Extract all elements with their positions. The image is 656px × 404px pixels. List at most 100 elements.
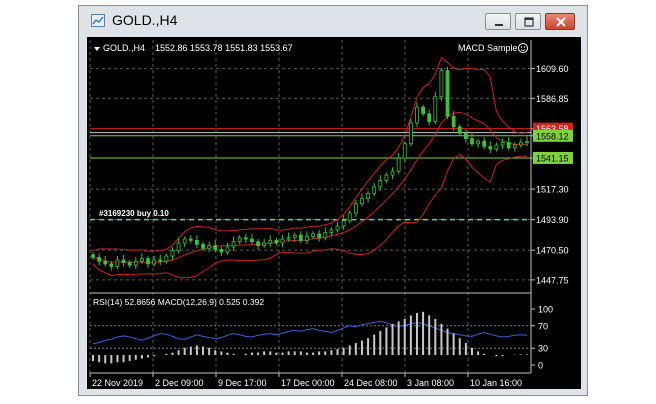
candle-body [494, 144, 499, 150]
price-tick-label: 1470.50 [536, 246, 569, 256]
candle-body [115, 259, 120, 267]
candle-body [311, 233, 315, 237]
candle-body [250, 238, 254, 243]
candle-body [121, 259, 126, 263]
minimize-icon [495, 24, 503, 26]
indicator-label: RSI(14) 52.8656 MACD(12,26,9) 0.525 0.39… [93, 297, 264, 307]
candle-body [146, 258, 150, 265]
candle-body [158, 259, 163, 262]
candle-body [372, 186, 377, 194]
candle-body [488, 145, 493, 150]
candle-body [188, 238, 193, 241]
candle-body [433, 96, 438, 122]
bollinger-bands [92, 56, 528, 279]
candle-body [329, 229, 334, 233]
candle-body [451, 115, 456, 128]
candle-body [439, 70, 444, 98]
macd-histogram [92, 311, 528, 364]
candle-body [201, 243, 205, 249]
candle-body [103, 260, 108, 265]
close-icon [556, 17, 566, 27]
smiley-icon[interactable] [518, 43, 528, 53]
candle-body [353, 203, 358, 214]
candle-body [195, 239, 199, 245]
maximize-button[interactable] [515, 13, 541, 30]
chart-window: GOLD.,H4 1609.60 1586.85 1563.58 1558.12 154… [78, 5, 588, 396]
candle-body [286, 237, 291, 240]
candle-body [97, 256, 102, 262]
candle-body [427, 113, 432, 122]
time-tick-label: 17 Dec 00:00 [281, 378, 335, 388]
candle-body [305, 236, 309, 241]
candle-body [164, 255, 169, 262]
candle-body [415, 106, 419, 124]
rsi-tick-label: 70 [538, 321, 548, 331]
time-tick-label: 22 Nov 2019 [92, 378, 143, 388]
candle-body [280, 238, 285, 244]
candle-body [127, 262, 132, 266]
chart-canvas[interactable]: 1609.60 1586.85 1563.58 1558.12 1541.15 1517.… [87, 37, 581, 389]
candle-body [140, 258, 144, 262]
window-title: GOLD.,H4 [112, 12, 178, 28]
dropdown-triangle-icon[interactable] [94, 47, 100, 51]
candle-body [91, 254, 95, 258]
expert-name: MACD Sample [458, 43, 518, 53]
candle-body [274, 239, 279, 244]
candle-body [518, 142, 523, 146]
middle-band [92, 111, 528, 264]
price-tick-label: 1609.60 [536, 64, 569, 74]
price-tag-label: 1558.12 [536, 131, 569, 141]
close-button[interactable] [545, 13, 575, 30]
candle-body [408, 122, 413, 145]
candle-body [470, 138, 474, 145]
candle-body [182, 238, 187, 244]
candle-body [506, 142, 511, 149]
price-levels[interactable] [90, 128, 531, 221]
candle-body [482, 140, 487, 147]
candle-body [421, 106, 425, 115]
upper-band [92, 56, 528, 252]
candle-body [317, 233, 322, 239]
candle-body [243, 237, 248, 240]
price-tag-label: 1541.15 [536, 153, 569, 163]
price-tick-label: 1493.90 [536, 215, 569, 225]
candle-body [292, 234, 297, 239]
candle-body [237, 237, 242, 243]
candle-body [225, 246, 230, 253]
candle-body [366, 192, 370, 200]
candle-body [512, 144, 517, 149]
rsi-tick-label: 100 [538, 305, 553, 315]
candle-body [445, 70, 450, 117]
candle-body [463, 132, 468, 139]
title-bar[interactable]: GOLD.,H4 [79, 6, 587, 36]
candle-body [219, 249, 224, 253]
candle-body [390, 170, 395, 176]
candle-body [384, 174, 389, 181]
chart-icon [91, 14, 105, 27]
time-tick-label: 9 Dec 17:00 [218, 378, 267, 388]
price-chart[interactable]: 1609.601586.851563.581558.121541.151517.… [87, 37, 581, 389]
grid-lines [89, 40, 532, 373]
candle-body [268, 239, 273, 244]
candle-body [231, 241, 236, 248]
price-scale: 1609.601586.851563.581558.121541.151517.… [531, 64, 573, 371]
time-tick-label: 10 Jan 16:00 [470, 378, 522, 388]
candle-body [256, 241, 260, 247]
candle-body [152, 259, 157, 265]
restore-icon [524, 17, 534, 27]
price-tick-label: 1447.75 [536, 275, 569, 285]
price-tick-label: 1586.85 [536, 94, 569, 104]
candle-body [347, 212, 352, 222]
rsi-series [92, 320, 528, 345]
time-tick-label: 3 Jan 08:00 [407, 378, 454, 388]
candle-body [360, 198, 364, 205]
candle-body [298, 234, 303, 241]
time-tick-label: 2 Dec 09:00 [155, 378, 204, 388]
candle-body [323, 232, 328, 239]
minimize-button[interactable] [485, 13, 511, 30]
candle-body [341, 220, 346, 227]
candle-body [402, 143, 407, 159]
trade-label[interactable]: #3169230 buy 0.10 [99, 209, 169, 218]
candle-body [207, 245, 212, 249]
candle-body [170, 250, 175, 257]
